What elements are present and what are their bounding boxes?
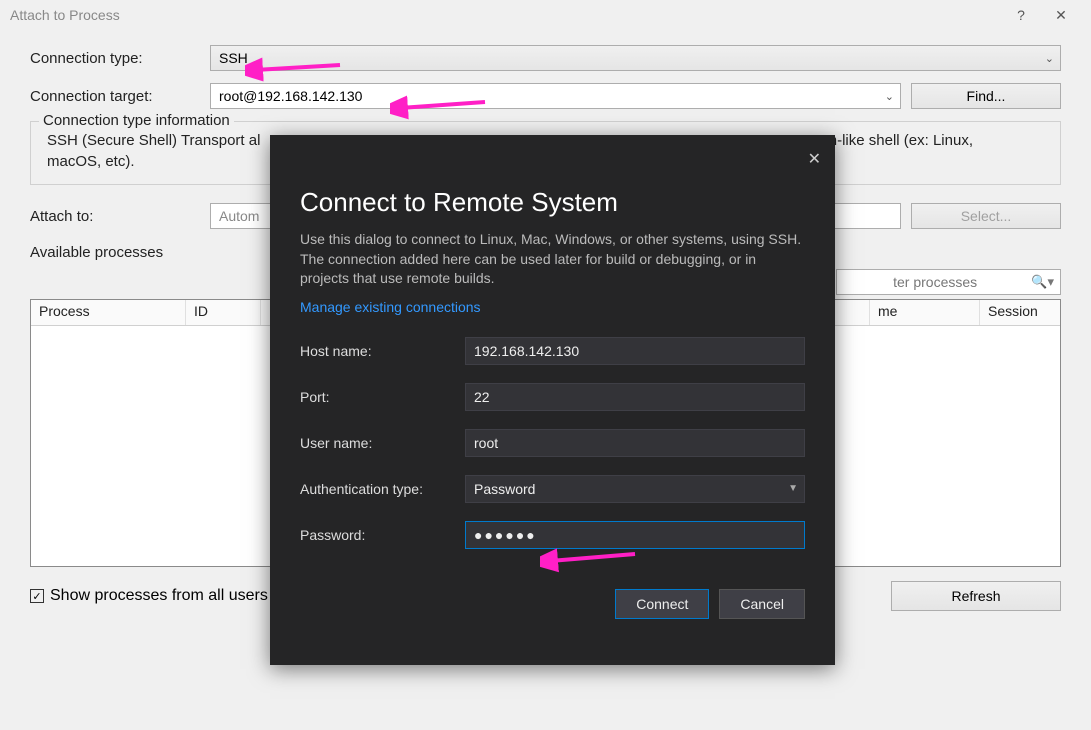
filter-processes-input[interactable]: ter processes 🔍▾ (836, 269, 1061, 295)
chevron-down-icon: ⌄ (885, 90, 894, 103)
modal-title: Connect to Remote System (300, 187, 805, 218)
connection-type-select[interactable]: SSH ⌄ (210, 45, 1061, 71)
show-all-label: Show processes from all users (50, 587, 268, 605)
connection-target-value: root@192.168.142.130 (219, 88, 362, 104)
user-input[interactable]: root (465, 429, 805, 457)
close-button[interactable]: ✕ (1041, 7, 1081, 24)
show-all-checkbox[interactable]: ✓ (30, 589, 44, 603)
info-line1-suffix: n-like shell (ex: Linux, (829, 132, 973, 149)
host-label: Host name: (300, 343, 465, 359)
port-label: Port: (300, 389, 465, 405)
auth-select[interactable]: Password ▼ (465, 475, 805, 503)
col-me[interactable]: me (870, 300, 980, 325)
port-input[interactable]: 22 (465, 383, 805, 411)
select-button[interactable]: Select... (911, 203, 1061, 229)
cancel-button[interactable]: Cancel (719, 589, 805, 619)
connection-target-label: Connection target: (30, 88, 210, 105)
attach-to-label: Attach to: (30, 208, 210, 225)
col-session[interactable]: Session (980, 300, 1060, 325)
manage-connections-link[interactable]: Manage existing connections (300, 299, 805, 315)
connection-type-value: SSH (219, 50, 248, 66)
modal-description: Use this dialog to connect to Linux, Mac… (300, 230, 805, 289)
chevron-down-icon: ▼ (788, 483, 798, 494)
connect-button[interactable]: Connect (615, 589, 709, 619)
col-id[interactable]: ID (186, 300, 261, 325)
attach-to-value: Autom (219, 208, 259, 224)
info-line2: macOS, etc). (47, 153, 135, 170)
connect-remote-modal: ✕ Connect to Remote System Use this dial… (270, 135, 835, 665)
help-button[interactable]: ? (1001, 7, 1041, 23)
chevron-down-icon: ⌄ (1045, 52, 1054, 65)
find-button[interactable]: Find... (911, 83, 1061, 109)
user-label: User name: (300, 435, 465, 451)
host-input[interactable]: 192.168.142.130 (465, 337, 805, 365)
window-title: Attach to Process (10, 7, 120, 23)
info-legend: Connection type information (39, 112, 234, 129)
connection-target-input[interactable]: root@192.168.142.130 ⌄ (210, 83, 901, 109)
info-line1: SSH (Secure Shell) Transport al (47, 132, 260, 149)
search-icon: 🔍▾ (1031, 274, 1054, 290)
refresh-button[interactable]: Refresh (891, 581, 1061, 611)
password-input[interactable]: ●●●●●● (465, 521, 805, 549)
titlebar: Attach to Process ? ✕ (0, 0, 1091, 30)
col-process[interactable]: Process (31, 300, 186, 325)
modal-close-icon[interactable]: ✕ (808, 149, 821, 169)
connection-type-label: Connection type: (30, 50, 210, 67)
filter-placeholder: ter processes (893, 274, 981, 290)
auth-label: Authentication type: (300, 481, 465, 497)
password-label: Password: (300, 527, 465, 543)
